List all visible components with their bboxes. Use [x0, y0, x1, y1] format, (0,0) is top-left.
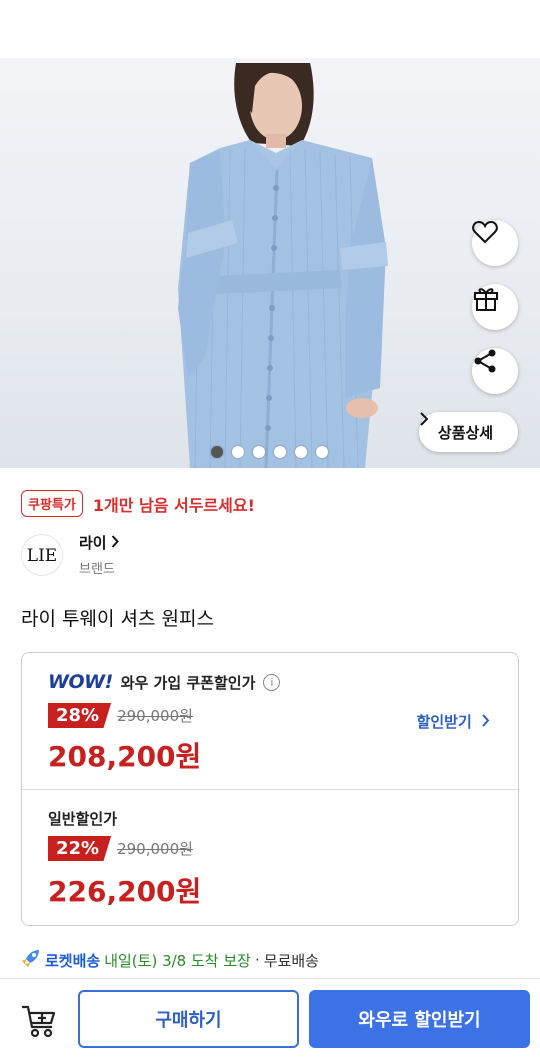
product-image-carousel[interactable]: 상품상세	[0, 58, 540, 468]
brand-info: 라이 브랜드	[79, 532, 119, 577]
normal-price-label: 일반할인가	[48, 810, 118, 828]
carousel-dot[interactable]	[253, 446, 265, 458]
wow-discount-row: 28% 290,000원	[48, 703, 193, 728]
wow-original-price: 290,000원	[117, 707, 193, 725]
carousel-dot[interactable]	[316, 446, 328, 458]
top-bar	[0, 0, 540, 58]
normal-discount-rate: 22%	[48, 836, 112, 861]
rocket-delivery-label: 로켓배송	[45, 951, 101, 970]
carousel-dot[interactable]	[211, 446, 223, 458]
carousel-dot[interactable]	[274, 446, 286, 458]
bottom-action-bar: 구매하기 와우로 할인받기	[0, 978, 540, 1058]
price-box: WOW! 와우 가입 쿠폰할인가 i 28% 290,000원 208,200원…	[21, 652, 519, 926]
brand-subtitle: 브랜드	[79, 562, 115, 577]
product-photo	[178, 63, 388, 468]
wow-final-price: 208,200원	[48, 740, 202, 773]
buy-button[interactable]: 구매하기	[78, 990, 299, 1048]
gift-button[interactable]	[472, 284, 518, 330]
cart-icon	[20, 1005, 60, 1045]
carousel-dot[interactable]	[295, 446, 307, 458]
brand-row[interactable]: LIE 라이 브랜드	[21, 532, 119, 577]
wow-discount-rate: 28%	[48, 703, 112, 728]
wow-price-section: WOW! 와우 가입 쿠폰할인가 i 28% 290,000원 208,200원…	[22, 653, 518, 789]
share-button[interactable]	[472, 348, 518, 394]
normal-discount-row: 22% 290,000원	[48, 836, 193, 861]
add-to-cart-button[interactable]	[20, 1001, 60, 1041]
promo-badge: 쿠팡특가	[21, 490, 83, 517]
wishlist-button[interactable]	[472, 220, 518, 266]
promo-banner: 쿠팡특가 1개만 남음 서두르세요!	[21, 490, 255, 517]
chevron-right-icon	[477, 713, 490, 731]
normal-original-price: 290,000원	[117, 840, 193, 858]
get-coupon-label: 할인받기	[416, 713, 472, 731]
free-shipping: 무료배송	[263, 951, 319, 970]
carousel-indicator	[211, 446, 328, 458]
delivery-date: 내일(토) 3/8 도착 보장	[104, 951, 251, 970]
wow-price-label: 와우 가입 쿠폰할인가	[120, 673, 256, 692]
product-detail-label: 상품상세	[437, 423, 494, 442]
wow-header: WOW! 와우 가입 쿠폰할인가 i	[48, 671, 281, 693]
get-coupon-link[interactable]: 할인받기	[417, 711, 490, 732]
rocket-icon	[21, 948, 41, 972]
wow-logo: WOW!	[48, 671, 113, 693]
normal-final-price: 226,200원	[48, 875, 202, 908]
info-icon[interactable]: i	[263, 673, 281, 691]
delivery-separator: ·	[254, 951, 260, 969]
wow-discount-button[interactable]: 와우로 할인받기	[309, 990, 530, 1048]
brand-logo: LIE	[21, 533, 63, 576]
chevron-right-icon	[111, 533, 119, 552]
delivery-info: 로켓배송 내일(토) 3/8 도착 보장 · 무료배송	[21, 948, 319, 972]
product-detail-button[interactable]: 상품상세	[419, 412, 518, 452]
normal-price-section: 일반할인가 22% 290,000원 226,200원	[22, 789, 518, 927]
brand-name[interactable]: 라이	[79, 532, 107, 553]
stock-warning: 1개만 남음 서두르세요!	[92, 495, 255, 515]
carousel-dot[interactable]	[232, 446, 244, 458]
product-title: 라이 투웨이 셔츠 원피스	[21, 608, 214, 630]
svg-text:LIE: LIE	[27, 546, 57, 565]
